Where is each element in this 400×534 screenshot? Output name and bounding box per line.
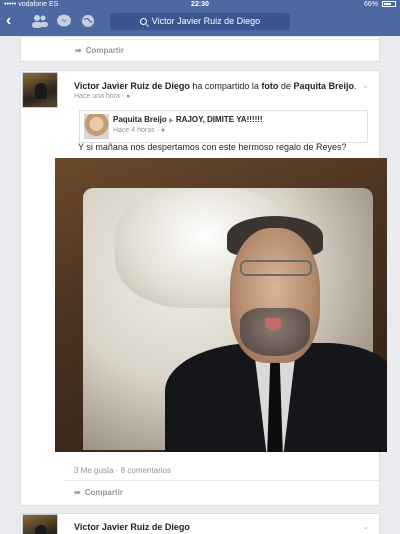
shared-timestamp: Hace 4 horas · ● xyxy=(113,126,263,136)
shared-post-card[interactable]: Paquita Breijo ▶ RAJOY, DIMITE YA!!!!!! … xyxy=(79,110,368,143)
photo-beard xyxy=(240,308,310,356)
share-button[interactable]: ➦ Compartir xyxy=(75,46,124,55)
card-divider xyxy=(64,39,380,40)
battery-icon xyxy=(382,1,396,8)
shared-author-avatar[interactable] xyxy=(84,114,109,139)
search-icon xyxy=(139,18,147,25)
post-share-button[interactable]: ➦ Compartir xyxy=(74,488,123,497)
shared-post-header: Paquita Breijo ▶ RAJOY, DIMITE YA!!!!!! … xyxy=(113,115,263,136)
battery-indicator: 66% xyxy=(364,0,396,10)
post-share-label: Compartir xyxy=(84,488,123,497)
status-bar: ••••• vodafone ES 22:30 66% xyxy=(0,0,400,10)
messages-icon[interactable] xyxy=(56,14,72,28)
shared-author-link[interactable]: Paquita Breijo xyxy=(113,115,167,124)
photo-link[interactable]: foto xyxy=(261,81,278,91)
shared-group-link[interactable]: RAJOY, DIMITE YA!!!!!! xyxy=(176,115,263,124)
search-text: Victor Javier Ruiz de Diego xyxy=(151,16,261,26)
meta-separator: · xyxy=(121,93,125,100)
original-author-link[interactable]: Paquita Breijo xyxy=(293,81,354,91)
previous-post-card: ➦ Compartir xyxy=(20,36,380,62)
author-avatar[interactable] xyxy=(22,72,58,108)
friend-requests-icon[interactable] xyxy=(32,14,48,28)
public-globe-icon: ● xyxy=(126,93,131,100)
post-photo[interactable] xyxy=(55,158,387,452)
next-post-author-link[interactable]: Victor Javier Ruiz de Diego xyxy=(74,522,190,532)
share-label: Compartir xyxy=(85,46,124,55)
post-end-text: . xyxy=(353,81,357,91)
shared-globe-icon: ● xyxy=(160,127,166,134)
notifications-globe-icon[interactable] xyxy=(80,14,96,28)
post-share-icon: ➦ xyxy=(74,488,81,497)
post-action-text: ha compartido la xyxy=(189,81,262,91)
top-bar: ••••• vodafone ES 22:30 66% ‹ Victor Jav… xyxy=(0,0,400,36)
post-caption: Y si mañana nos despertamos con este her… xyxy=(78,142,347,152)
photo-tongue xyxy=(265,318,281,330)
likes-count[interactable]: 3 Me gusta xyxy=(74,466,114,475)
shared-arrow-icon: ▶ xyxy=(169,118,174,124)
back-button[interactable]: ‹ xyxy=(6,12,11,30)
clock: 22:30 xyxy=(191,1,209,8)
shared-time[interactable]: Hace 4 horas xyxy=(113,127,155,134)
post-stats: 3 Me gusta · 8 comentarios xyxy=(74,466,171,475)
shared-meta-separator: · xyxy=(156,127,159,134)
battery-percent: 66% xyxy=(364,1,379,8)
post-author-link[interactable]: Victor Javier Ruiz de Diego xyxy=(74,81,190,91)
actions-divider xyxy=(64,480,380,481)
post-prep-text: de xyxy=(278,81,294,91)
comments-count[interactable]: 8 comentarios xyxy=(121,466,171,475)
post-timestamp: Hace una hora · ● xyxy=(74,93,130,100)
next-post-header: Victor Javier Ruiz de Diego xyxy=(74,521,190,533)
post-time[interactable]: Hace una hora xyxy=(74,93,120,100)
photo-glasses xyxy=(240,260,312,276)
share-icon: ➦ xyxy=(75,46,82,55)
search-input[interactable]: Victor Javier Ruiz de Diego xyxy=(110,13,290,30)
post-header: Victor Javier Ruiz de Diego ha compartid… xyxy=(74,80,374,92)
stats-separator: · xyxy=(115,466,119,475)
next-author-avatar[interactable] xyxy=(22,514,58,534)
next-post-options-chevron-icon[interactable]: ⌄ xyxy=(362,522,369,531)
